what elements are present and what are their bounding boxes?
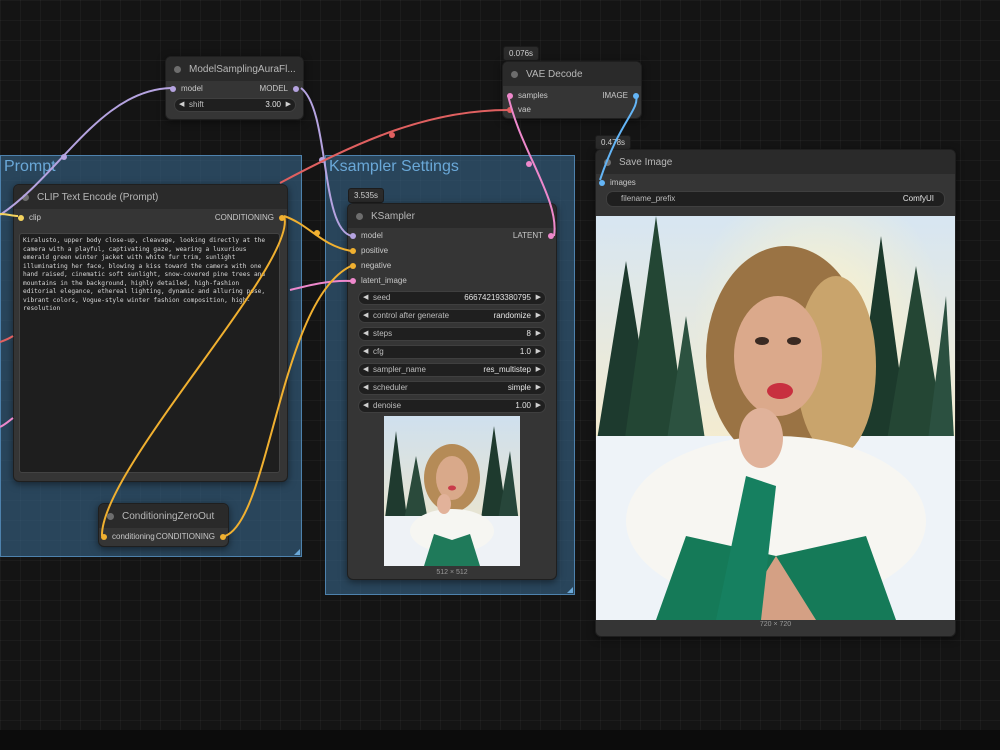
collapse-dot-icon[interactable] <box>511 70 518 78</box>
node-vae-decode[interactable]: VAE Decode samples IMAGE vae <box>502 61 642 119</box>
slot-dot-icon[interactable] <box>220 533 226 540</box>
arrow-left-icon[interactable]: ◀ <box>363 310 368 322</box>
collapse-dot-icon[interactable] <box>604 158 611 166</box>
slot-dot-icon[interactable] <box>350 232 356 239</box>
node-title-text: KSampler <box>371 210 415 222</box>
link-midpoint <box>314 230 320 236</box>
input-slot-images[interactable]: images <box>599 177 636 189</box>
node-save-image[interactable]: Save Image images filename_prefix ComfyU… <box>595 149 956 637</box>
arrow-left-icon[interactable]: ◀ <box>363 400 368 412</box>
slot-dot-icon[interactable] <box>101 533 107 540</box>
slot-dot-icon[interactable] <box>279 214 285 221</box>
saved-image-preview[interactable] <box>596 216 955 620</box>
node-clip-text-encode[interactable]: CLIP Text Encode (Prompt) clip CONDITION… <box>13 184 288 482</box>
slot-dot-icon[interactable] <box>507 106 513 113</box>
output-slot-conditioning[interactable]: CONDITIONING <box>156 531 226 543</box>
input-slot-samples[interactable]: samples <box>507 90 548 102</box>
group-title[interactable]: Ksampler Settings <box>329 158 459 176</box>
collapse-dot-icon[interactable] <box>22 193 29 201</box>
slot-dot-icon[interactable] <box>507 92 513 99</box>
node-title-text: CLIP Text Encode (Prompt) <box>37 191 159 203</box>
slot-dot-icon[interactable] <box>350 277 356 284</box>
preview-size-caption: 512 × 512 <box>436 569 468 576</box>
collapse-dot-icon[interactable] <box>356 212 363 220</box>
collapse-dot-icon[interactable] <box>107 512 114 520</box>
widget-shift[interactable]: ◀ shift 3.00 ▶ <box>174 98 296 112</box>
arrow-right-icon[interactable]: ▶ <box>536 400 541 412</box>
arrow-left-icon[interactable]: ◀ <box>179 99 184 111</box>
slot-dot-icon[interactable] <box>170 85 176 92</box>
input-slot-latent-image[interactable]: latent_image <box>350 275 407 287</box>
group-resize-handle[interactable] <box>567 587 573 593</box>
node-title[interactable]: KSampler <box>348 204 556 228</box>
slot-dot-icon[interactable] <box>548 232 554 239</box>
slot-dot-icon[interactable] <box>18 214 24 221</box>
node-conditioning-zero-out[interactable]: ConditioningZeroOut conditioning CONDITI… <box>98 503 229 547</box>
arrow-left-icon[interactable]: ◀ <box>363 328 368 340</box>
node-ksampler[interactable]: KSampler model LATENT positive negative … <box>347 203 557 580</box>
node-title[interactable]: ConditioningZeroOut <box>99 504 228 528</box>
arrow-right-icon[interactable]: ▶ <box>536 346 541 358</box>
node-model-sampling[interactable]: ModelSamplingAuraFl... model MODEL ◀ shi… <box>165 56 304 120</box>
widget-control-after-generate[interactable]: ◀ control after generate randomize ▶ <box>358 309 546 323</box>
preview-size-caption: 720 × 720 <box>759 621 792 628</box>
widget-sampler-name[interactable]: ◀ sampler_name res_multistep ▶ <box>358 363 546 377</box>
group-resize-handle[interactable] <box>294 549 300 555</box>
node-graph-canvas[interactable]: Prompt Ksampler Settings ModelSamplingAu… <box>0 0 1000 750</box>
group-title[interactable]: Prompt <box>4 158 56 176</box>
node-title-text: ModelSamplingAuraFl... <box>189 63 296 75</box>
arrow-right-icon[interactable]: ▶ <box>536 292 541 304</box>
slot-dot-icon[interactable] <box>350 247 356 254</box>
input-slot-model[interactable]: model <box>170 83 203 95</box>
arrow-left-icon[interactable]: ◀ <box>363 346 368 358</box>
node-title-text: VAE Decode <box>526 68 583 80</box>
output-slot-latent[interactable]: LATENT <box>513 230 554 242</box>
node-title[interactable]: VAE Decode <box>503 62 641 86</box>
node-title[interactable]: ModelSamplingAuraFl... <box>166 57 303 81</box>
link-midpoint <box>389 132 395 138</box>
widget-denoise[interactable]: ◀ denoise 1.00 ▶ <box>358 399 546 413</box>
ksampler-preview-image[interactable] <box>384 416 520 566</box>
widget-filename-prefix[interactable]: filename_prefix ComfyUI <box>606 191 945 207</box>
node-title-text: Save Image <box>619 156 673 168</box>
widget-seed[interactable]: ◀ seed 666742193380795 ▶ <box>358 291 546 305</box>
input-slot-positive[interactable]: positive <box>350 245 388 257</box>
input-slot-model[interactable]: model <box>350 230 383 242</box>
input-slot-negative[interactable]: negative <box>350 260 391 272</box>
slot-dot-icon[interactable] <box>293 85 299 92</box>
slot-dot-icon[interactable] <box>633 92 639 99</box>
output-slot-model[interactable]: MODEL <box>260 83 299 95</box>
node-title[interactable]: CLIP Text Encode (Prompt) <box>14 185 287 209</box>
arrow-right-icon[interactable]: ▶ <box>286 99 291 111</box>
collapse-dot-icon[interactable] <box>174 65 181 73</box>
execution-time-badge: 0.076s <box>503 46 540 61</box>
arrow-right-icon[interactable]: ▶ <box>536 364 541 376</box>
arrow-left-icon[interactable]: ◀ <box>363 292 368 304</box>
arrow-right-icon[interactable]: ▶ <box>536 328 541 340</box>
arrow-right-icon[interactable]: ▶ <box>536 310 541 322</box>
bottom-status-bar <box>0 730 1000 750</box>
output-slot-image[interactable]: IMAGE <box>602 90 639 102</box>
slot-dot-icon[interactable] <box>599 179 605 186</box>
input-slot-conditioning[interactable]: conditioning <box>101 531 155 543</box>
input-slot-clip[interactable]: clip <box>18 212 41 224</box>
arrow-right-icon[interactable]: ▶ <box>536 382 541 394</box>
input-slot-vae[interactable]: vae <box>507 104 531 116</box>
node-title[interactable]: Save Image <box>596 150 955 174</box>
execution-time-badge: 0.478s <box>595 135 632 150</box>
prompt-textarea[interactable]: Kiralusto, upper body close-up, cleavage… <box>19 233 280 473</box>
slot-dot-icon[interactable] <box>350 262 356 269</box>
output-slot-conditioning[interactable]: CONDITIONING <box>215 212 285 224</box>
widget-cfg[interactable]: ◀ cfg 1.0 ▶ <box>358 345 546 359</box>
node-title-text: ConditioningZeroOut <box>122 510 215 522</box>
arrow-left-icon[interactable]: ◀ <box>363 364 368 376</box>
arrow-left-icon[interactable]: ◀ <box>363 382 368 394</box>
widget-steps[interactable]: ◀ steps 8 ▶ <box>358 327 546 341</box>
execution-time-badge: 3.535s <box>348 188 385 203</box>
widget-scheduler[interactable]: ◀ scheduler simple ▶ <box>358 381 546 395</box>
